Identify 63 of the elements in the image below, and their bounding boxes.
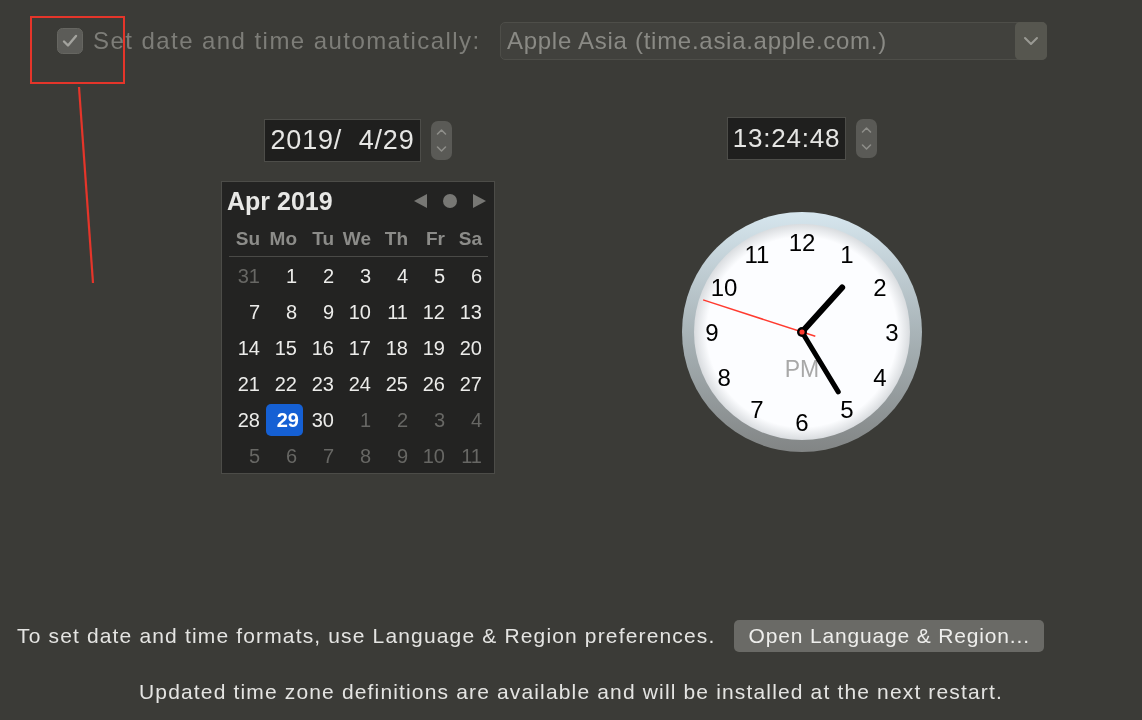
next-month-icon[interactable] — [473, 194, 486, 208]
date-stepper-icon[interactable] — [430, 121, 452, 160]
calendar-day[interactable]: 22 — [266, 368, 303, 400]
clock-number: 10 — [710, 273, 738, 301]
calendar-day[interactable]: 30 — [303, 404, 340, 436]
calendar-day[interactable]: 14 — [229, 332, 266, 364]
weekday-label: Sa — [457, 228, 483, 250]
calendar-day[interactable]: 5 — [414, 260, 451, 292]
calendar-day[interactable]: 16 — [303, 332, 340, 364]
calendar-day[interactable]: 6 — [451, 260, 488, 292]
chevron-down-icon — [1015, 22, 1047, 60]
clock-number: 2 — [873, 273, 887, 301]
calendar-day[interactable]: 11 — [377, 296, 414, 328]
time-field[interactable]: 13:24:48 — [726, 117, 847, 160]
weekday-label: Mo — [268, 228, 298, 250]
calendar-day[interactable]: 20 — [451, 332, 488, 364]
date-field[interactable]: 2019/ 4/29 — [264, 119, 421, 162]
clock-number: 3 — [885, 318, 899, 346]
calendar-day[interactable]: 4 — [377, 260, 414, 292]
calendar-day[interactable]: 1 — [266, 260, 303, 292]
clock-number: 9 — [705, 318, 719, 346]
clock-number: 5 — [840, 396, 854, 424]
weekday-label: Fr — [425, 228, 446, 250]
calendar-day[interactable]: 13 — [451, 296, 488, 328]
weekday-label: Tu — [311, 228, 335, 250]
calendar-day[interactable]: 2 — [303, 260, 340, 292]
period-label: PM — [784, 356, 820, 382]
time-stepper-icon[interactable] — [856, 119, 878, 158]
clock-number: 4 — [873, 363, 887, 391]
clock-number: 1 — [840, 240, 854, 268]
weekday-label: We — [341, 228, 372, 250]
calendar-day[interactable]: 25 — [377, 368, 414, 400]
weekday-label: Su — [234, 228, 261, 250]
formats-note: To set date and time formats, use Language & Region preferences. — [17, 624, 716, 648]
calendar-day[interactable]: 9 — [303, 296, 340, 328]
calendar-day[interactable]: 19 — [414, 332, 451, 364]
calendar-day[interactable]: 12 — [414, 296, 451, 328]
calendar-day[interactable]: 29 — [266, 404, 303, 436]
clock-number: 12 — [788, 228, 816, 256]
open-language-region-button[interactable]: Open Language & Region... — [734, 620, 1044, 652]
calendar-day[interactable]: 8 — [266, 296, 303, 328]
calendar-day[interactable]: 26 — [414, 368, 451, 400]
clock-number: 7 — [750, 396, 764, 424]
calendar-day[interactable]: 15 — [266, 332, 303, 364]
clock-number: 8 — [717, 363, 731, 391]
previous-month-icon[interactable] — [414, 194, 427, 208]
calendar-day[interactable]: 23 — [303, 368, 340, 400]
center-pin-icon — [797, 327, 807, 337]
weekday-label: Th — [383, 228, 409, 250]
calendar-day[interactable]: 7 — [229, 296, 266, 328]
clock-number: 6 — [795, 408, 809, 436]
month-title: Apr 2019 — [227, 186, 333, 216]
calendar-day[interactable]: 24 — [340, 368, 377, 400]
calendar-day[interactable]: 18 — [377, 332, 414, 364]
calendar-day[interactable]: 17 — [340, 332, 377, 364]
calendar-day[interactable]: 21 — [229, 368, 266, 400]
calendar-day[interactable]: 3 — [340, 260, 377, 292]
today-dot-icon[interactable] — [443, 194, 457, 208]
calendar-day[interactable]: 28 — [229, 404, 266, 436]
calendar-day[interactable]: 10 — [340, 296, 377, 328]
calendar-day[interactable]: 27 — [451, 368, 488, 400]
update-notice: Updated time zone definitions are available and will be installed at the next restart. — [138, 680, 1004, 704]
clock-number: 11 — [744, 240, 770, 268]
